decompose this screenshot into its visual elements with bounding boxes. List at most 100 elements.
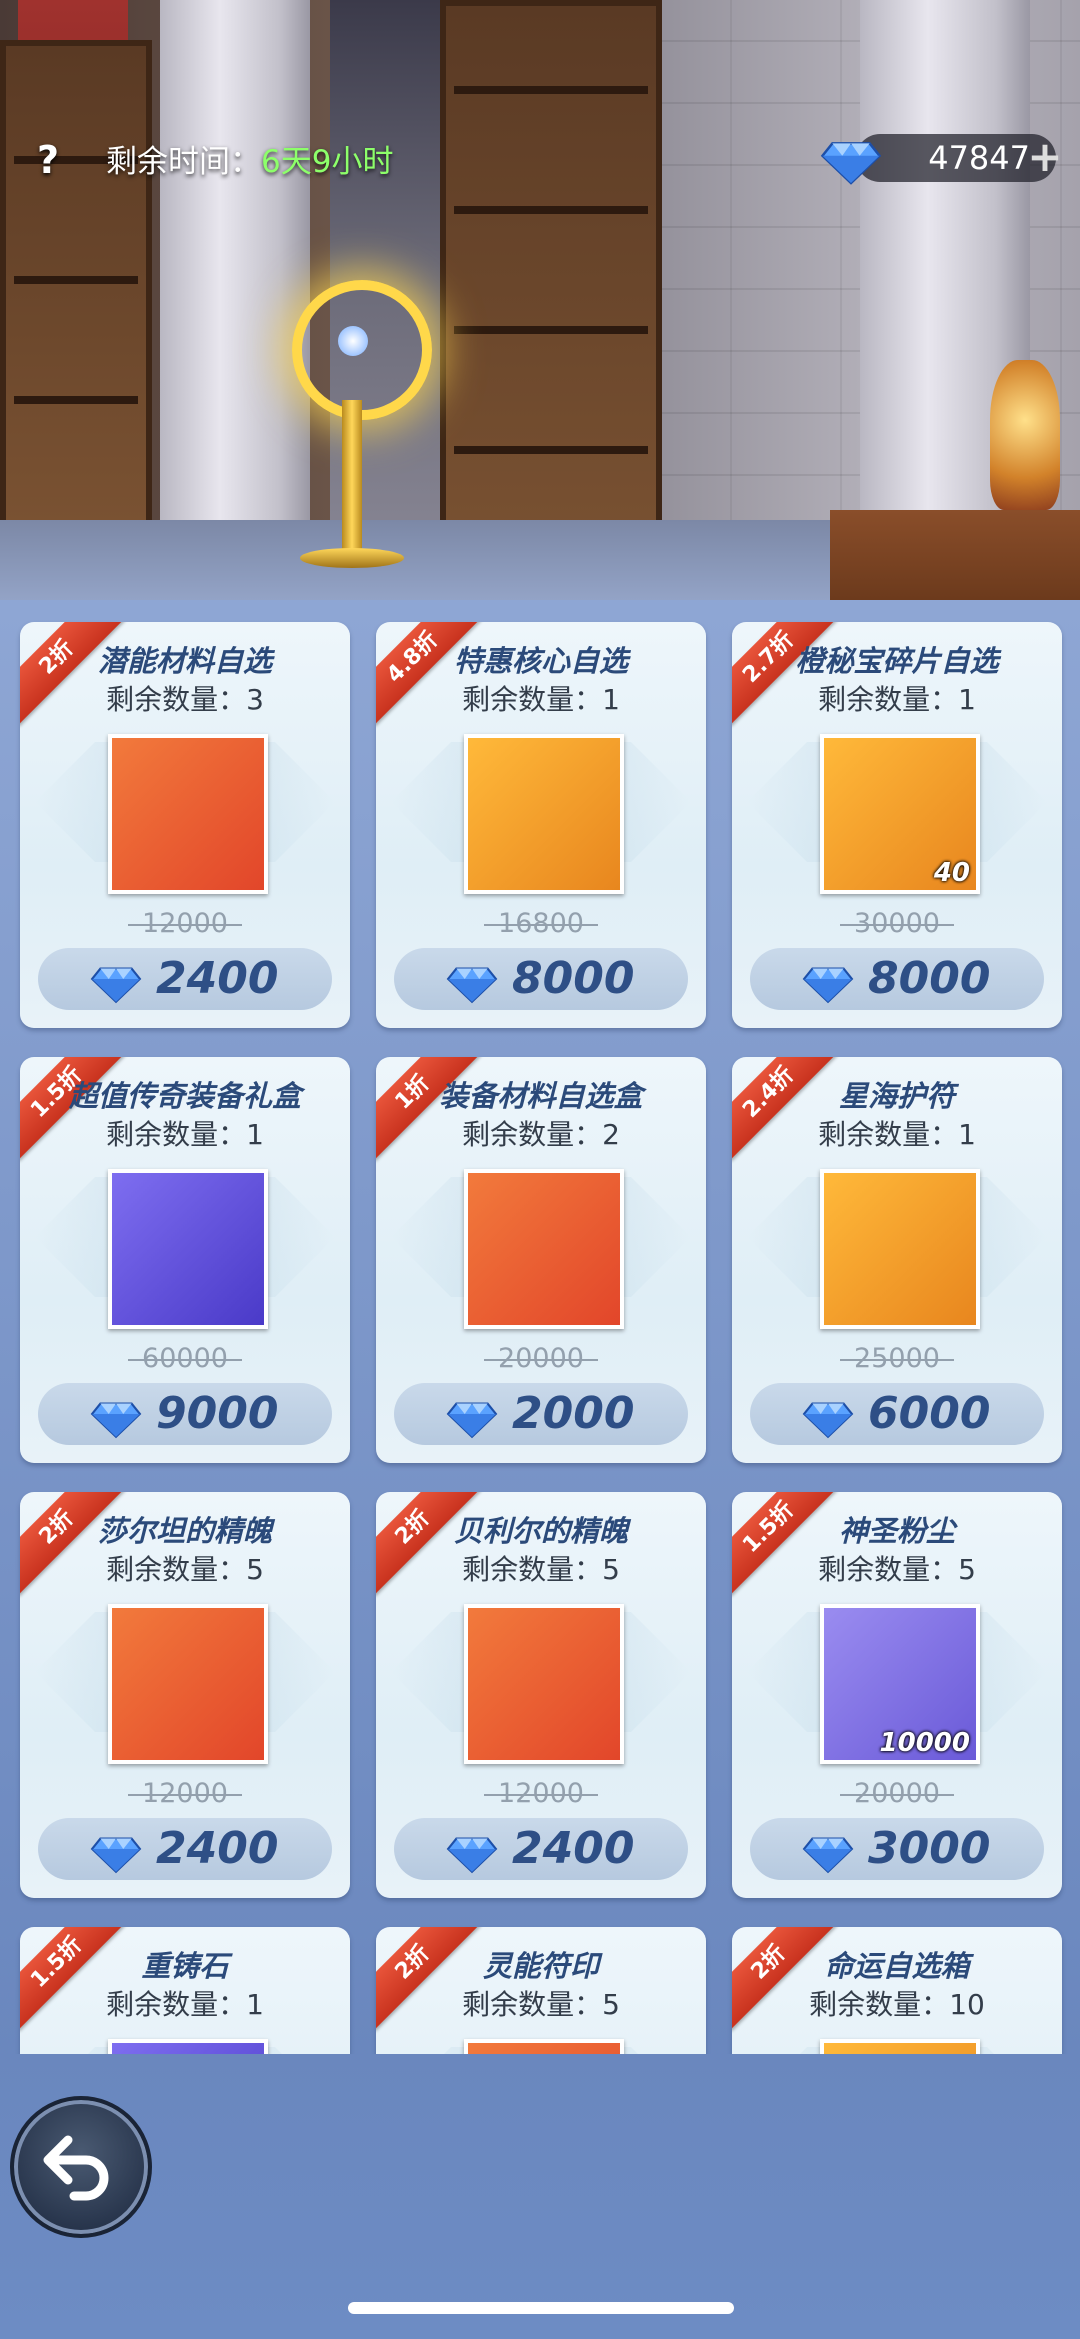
stack-count: 40 — [933, 858, 970, 888]
remaining-count: 1 — [602, 683, 620, 716]
chest-icon — [108, 734, 268, 894]
diamond-icon — [802, 1837, 854, 1874]
item-art — [112, 2043, 264, 2054]
original-price-value: 30000 — [854, 908, 940, 939]
diamond-icon — [446, 967, 498, 1004]
item-art — [824, 1173, 976, 1325]
remaining-label: 剩余数量： — [462, 683, 603, 716]
shop-item-card[interactable]: 2.7折 橙秘宝碎片自选 剩余数量：1 40 30000 8000 — [732, 622, 1062, 1028]
item-remaining: 剩余数量：5 — [376, 1548, 706, 1588]
remaining-label: 剩余数量： — [462, 1553, 603, 1586]
back-button[interactable] — [10, 2096, 152, 2238]
shop-item-card[interactable]: 2折 命运自选箱 剩余数量：10 — [732, 1927, 1062, 2054]
item-art — [112, 1173, 264, 1325]
remaining-count: 1 — [958, 1118, 976, 1151]
item-name: 超值传奇装备礼盒 — [68, 1079, 301, 1113]
red-spirit-orb-icon — [464, 1604, 624, 1764]
original-price: 60000 — [20, 1343, 350, 1374]
item-remaining: 剩余数量：5 — [20, 1548, 350, 1588]
sale-price: 6000 — [868, 1388, 991, 1439]
buy-button[interactable]: 2000 — [394, 1383, 688, 1445]
remaining-label: 剩余数量： — [106, 1118, 247, 1151]
orb-base — [300, 548, 404, 568]
remaining-label: 剩余数量： — [818, 683, 959, 716]
remaining-count: 5 — [602, 1553, 620, 1586]
item-name: 贝利尔的精魄 — [453, 1514, 628, 1548]
item-name: 命运自选箱 — [824, 1949, 970, 1983]
add-diamonds-button[interactable]: + — [1025, 136, 1065, 178]
item-name: 橙秘宝碎片自选 — [795, 644, 999, 678]
item-art — [468, 1173, 620, 1325]
shop-item-card[interactable]: 1.5折 神圣粉尘 剩余数量：5 10000 20000 3000 — [732, 1492, 1062, 1898]
item-remaining: 剩余数量：1 — [376, 678, 706, 718]
core-card-icon — [464, 734, 624, 894]
help-icon[interactable]: ? — [28, 138, 68, 182]
original-price-value: 60000 — [142, 1343, 228, 1374]
buy-button[interactable]: 8000 — [394, 948, 688, 1010]
shop-item-card[interactable]: 1折 装备材料自选盒 剩余数量：2 20000 2000 — [376, 1057, 706, 1463]
sale-price: 2400 — [156, 953, 279, 1004]
item-name: 重铸石 — [141, 1949, 229, 1983]
item-remaining: 剩余数量：2 — [376, 1113, 706, 1153]
original-price: 30000 — [732, 908, 1062, 939]
buy-button[interactable]: 8000 — [750, 948, 1044, 1010]
remaining-count: 1 — [246, 1118, 264, 1151]
orb-core — [338, 326, 368, 356]
item-art — [824, 2043, 976, 2054]
remaining-label: 剩余数量： — [818, 1553, 959, 1586]
orb-stand — [342, 400, 362, 560]
shop-item-card[interactable]: 2.4折 星海护符 剩余数量：1 25000 6000 — [732, 1057, 1062, 1463]
item-remaining: 剩余数量：1 — [732, 678, 1062, 718]
shop-item-card[interactable]: 2折 潜能材料自选 剩余数量：3 12000 2400 — [20, 622, 350, 1028]
item-remaining: 剩余数量：3 — [20, 678, 350, 718]
original-price-value: 25000 — [854, 1343, 940, 1374]
remaining-label: 剩余数量： — [818, 1118, 959, 1151]
treasure-altar-icon: 40 — [820, 734, 980, 894]
original-price: 20000 — [732, 1778, 1062, 1809]
shop-item-card[interactable]: 1.5折 重铸石 剩余数量：1 — [20, 1927, 350, 2054]
shop-item-card[interactable]: 1.5折 超值传奇装备礼盒 剩余数量：1 60000 9000 — [20, 1057, 350, 1463]
original-price-value: 12000 — [142, 908, 228, 939]
shop-item-card[interactable]: 2折 贝利尔的精魄 剩余数量：5 12000 2400 — [376, 1492, 706, 1898]
original-price: 12000 — [376, 1778, 706, 1809]
armor-icon — [108, 1169, 268, 1329]
item-name: 莎尔坦的精魄 — [97, 1514, 272, 1548]
remaining-count: 3 — [246, 683, 264, 716]
buy-button[interactable]: 3000 — [750, 1818, 1044, 1880]
remaining-label: 剩余数量： — [809, 1988, 950, 2021]
item-name: 潜能材料自选 — [97, 644, 272, 678]
sale-price: 3000 — [868, 1823, 991, 1874]
shop-item-card[interactable]: 2折 灵能符印 剩余数量：5 — [376, 1927, 706, 2054]
diamond-icon — [90, 1402, 142, 1439]
shop-item-card[interactable]: 4.8折 特惠核心自选 剩余数量：1 16800 8000 — [376, 622, 706, 1028]
shop-item-card[interactable]: 2折 莎尔坦的精魄 剩余数量：5 12000 2400 — [20, 1492, 350, 1898]
item-remaining: 剩余数量：1 — [20, 1983, 350, 2023]
diamond-icon — [446, 1402, 498, 1439]
sale-price: 9000 — [156, 1388, 279, 1439]
diamond-balance: 47847 + — [820, 126, 1065, 188]
buy-button[interactable]: 9000 — [38, 1383, 332, 1445]
item-remaining: 剩余数量：1 — [20, 1113, 350, 1153]
item-remaining: 剩余数量：5 — [732, 1548, 1062, 1588]
remaining-label: 剩余数量： — [106, 1553, 247, 1586]
buy-button[interactable]: 6000 — [750, 1383, 1044, 1445]
original-price: 25000 — [732, 1343, 1062, 1374]
remaining-time: 剩余时间：6天9小时 — [106, 136, 393, 181]
buy-button[interactable]: 2400 — [38, 1818, 332, 1880]
remaining-count: 2 — [602, 1118, 620, 1151]
buy-button[interactable]: 2400 — [394, 1818, 688, 1880]
shop-grid: 2折 潜能材料自选 剩余数量：3 12000 2400 4.8折 特惠核心自选 剩余数量：1 1… — [0, 600, 1080, 2054]
back-arrow-icon — [43, 2135, 109, 2201]
original-price: 12000 — [20, 908, 350, 939]
item-art — [468, 738, 620, 890]
reforge-stone-icon — [108, 2039, 268, 2054]
background-scene — [0, 0, 1080, 600]
holy-dust-icon: 10000 — [820, 1604, 980, 1764]
item-name: 灵能符印 — [482, 1949, 599, 1983]
original-price-value: 12000 — [498, 1778, 584, 1809]
amulet-icon — [820, 1169, 980, 1329]
diamond-amount: 47847 — [928, 139, 1030, 177]
buy-button[interactable]: 2400 — [38, 948, 332, 1010]
remaining-count: 1 — [246, 1988, 264, 2021]
diamond-icon — [802, 1402, 854, 1439]
